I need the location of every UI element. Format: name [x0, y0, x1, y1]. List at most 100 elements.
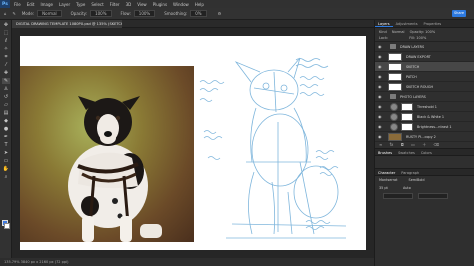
- tracking-field[interactable]: [383, 193, 413, 199]
- menu-filter[interactable]: Filter: [110, 2, 120, 7]
- menu-plugins[interactable]: Plugins: [153, 2, 167, 7]
- settings-icon[interactable]: ⚙: [218, 11, 222, 16]
- brush-icon[interactable]: ✎: [2, 78, 10, 84]
- layer-row[interactable]: ◉ Brightness...ntrast 1: [375, 122, 474, 132]
- share-button[interactable]: Share: [452, 10, 466, 17]
- eraser-icon[interactable]: ▱: [2, 102, 10, 108]
- folder-icon: [390, 94, 396, 99]
- menu-window[interactable]: Window: [173, 2, 189, 7]
- visibility-eye-icon[interactable]: ◉: [378, 64, 384, 70]
- visibility-eye-icon[interactable]: ◉: [378, 84, 384, 90]
- visibility-eye-icon[interactable]: ◉: [378, 94, 384, 100]
- fx-icon[interactable]: fx: [390, 142, 394, 147]
- smoothing-field[interactable]: 0%: [190, 10, 207, 17]
- tab-properties[interactable]: Properties: [421, 20, 445, 27]
- dog-photo: [20, 66, 194, 242]
- eyedropper-icon[interactable]: ⁄: [2, 62, 10, 68]
- layer-name: PATCH: [406, 74, 417, 79]
- tab-paragraph[interactable]: Paragraph: [398, 169, 422, 175]
- tab-layers[interactable]: Layers: [375, 20, 393, 27]
- home-icon[interactable]: ⌂: [4, 11, 7, 16]
- move-icon[interactable]: ✥: [2, 22, 10, 28]
- layer-name: Threshold 1: [417, 104, 437, 109]
- history-brush-icon[interactable]: ↺: [2, 94, 10, 100]
- kind-filter-label[interactable]: Kind: [379, 30, 387, 34]
- trash-icon[interactable]: ⌫: [433, 142, 439, 147]
- pen-icon[interactable]: ✒: [2, 134, 10, 140]
- right-panel: Layers Adjustments Properties Kind Norma…: [374, 20, 474, 266]
- dodge-icon[interactable]: ●: [2, 126, 10, 132]
- layer-row[interactable]: ◉ PATCH: [375, 72, 474, 82]
- kerning-field[interactable]: [418, 193, 449, 199]
- layer-row[interactable]: ◉ Threshold 1: [375, 102, 474, 112]
- visibility-eye-icon[interactable]: ◉: [378, 74, 384, 80]
- heal-icon[interactable]: ✚: [2, 70, 10, 76]
- menu-select[interactable]: Select: [91, 2, 103, 7]
- font-style-select[interactable]: SemiBold: [409, 178, 425, 182]
- crop-icon[interactable]: ⌗: [2, 54, 10, 60]
- font-family-select[interactable]: Montserrat: [379, 178, 397, 182]
- zoom-icon[interactable]: ⌕: [2, 174, 10, 180]
- layer-row-selected[interactable]: ◉ SKETCH: [375, 62, 474, 72]
- fill-control[interactable]: Fill: 100%: [409, 36, 426, 40]
- font-size-field[interactable]: 35 pt: [379, 186, 388, 190]
- visibility-eye-icon[interactable]: ◉: [378, 44, 384, 50]
- path-select-icon[interactable]: ➤: [2, 150, 10, 156]
- layer-controls: Kind Normal Opacity: 100% Lock: Fill: 10…: [375, 28, 474, 42]
- tab-character[interactable]: Character: [375, 169, 398, 175]
- blur-icon[interactable]: ◆: [2, 118, 10, 124]
- layer-row[interactable]: ◉ RUSTY PI...copy 2: [375, 132, 474, 142]
- visibility-eye-icon[interactable]: ◉: [378, 134, 384, 140]
- gradient-icon[interactable]: ▤: [2, 110, 10, 116]
- tab-swatches[interactable]: Swatches: [395, 149, 418, 155]
- menu-image[interactable]: Image: [40, 2, 53, 7]
- menu-3d[interactable]: 3D: [126, 2, 132, 7]
- new-layer-icon[interactable]: ＋: [422, 142, 426, 147]
- flow-field[interactable]: 100%: [133, 10, 156, 17]
- document-canvas[interactable]: [20, 36, 366, 250]
- tab-brushes[interactable]: Brushes: [375, 149, 395, 155]
- stamp-icon[interactable]: ♙: [2, 86, 10, 92]
- tab-colors[interactable]: Colors: [418, 149, 435, 155]
- quick-select-icon[interactable]: ✧: [2, 46, 10, 52]
- link-icon[interactable]: ∞: [379, 142, 382, 147]
- layer-row[interactable]: ◉ DRAW EXPORT: [375, 52, 474, 62]
- layer-row[interactable]: ◉ SKETCH ROUGH: [375, 82, 474, 92]
- adjustment-icon: [390, 112, 398, 121]
- menu-view[interactable]: View: [137, 2, 147, 7]
- opacity-field[interactable]: 100%: [90, 10, 112, 17]
- menu-file[interactable]: File: [14, 2, 21, 7]
- layer-row[interactable]: ◉ PHOTO LAYERS: [375, 92, 474, 102]
- blend-mode-select[interactable]: Normal: [392, 30, 405, 34]
- layer-thumbnail: [388, 72, 402, 81]
- new-group-icon[interactable]: ▭: [411, 142, 415, 147]
- font-row: Montserrat SemiBold: [375, 176, 474, 184]
- leading-field[interactable]: Auto: [403, 186, 411, 190]
- tools-panel: ✥ ⬚ ℓ ✧ ⌗ ⁄ ✚ ✎ ♙ ↺ ▱ ▤ ◆ ● ✒ T ➤ ▭ ✋ ⌕: [0, 20, 12, 260]
- type-icon[interactable]: T: [2, 142, 10, 148]
- marquee-icon[interactable]: ⬚: [2, 30, 10, 36]
- layer-row[interactable]: ◉ Black & White 1: [375, 112, 474, 122]
- menu-layer[interactable]: Layer: [59, 2, 70, 7]
- canvas-area[interactable]: [12, 28, 374, 258]
- layer-name: DRAW LAYERS: [400, 44, 425, 49]
- mask-icon[interactable]: ◘: [401, 142, 404, 147]
- menu-edit[interactable]: Edit: [27, 2, 35, 7]
- hand-icon[interactable]: ✋: [2, 166, 10, 172]
- visibility-eye-icon[interactable]: ◉: [378, 124, 384, 130]
- background-color-swatch[interactable]: [4, 223, 10, 229]
- visibility-eye-icon[interactable]: ◉: [378, 54, 384, 60]
- document-tab[interactable]: DIGITAL DRAWING TEMPLATE 1080PX.psd @ 13…: [12, 20, 122, 28]
- opacity-control[interactable]: Opacity: 100%: [410, 30, 436, 34]
- visibility-eye-icon[interactable]: ◉: [378, 114, 384, 120]
- menu-help[interactable]: Help: [195, 2, 204, 7]
- menu-type[interactable]: Type: [76, 2, 85, 7]
- tracking-row: [375, 192, 474, 200]
- lasso-icon[interactable]: ℓ: [2, 38, 10, 44]
- visibility-eye-icon[interactable]: ◉: [378, 104, 384, 110]
- mode-select[interactable]: Normal: [37, 10, 62, 17]
- tab-adjustments[interactable]: Adjustments: [393, 20, 421, 27]
- layer-row[interactable]: ◉ DRAW LAYERS: [375, 42, 474, 52]
- shape-icon[interactable]: ▭: [2, 158, 10, 164]
- brush-preset-icon[interactable]: ✎: [13, 11, 16, 16]
